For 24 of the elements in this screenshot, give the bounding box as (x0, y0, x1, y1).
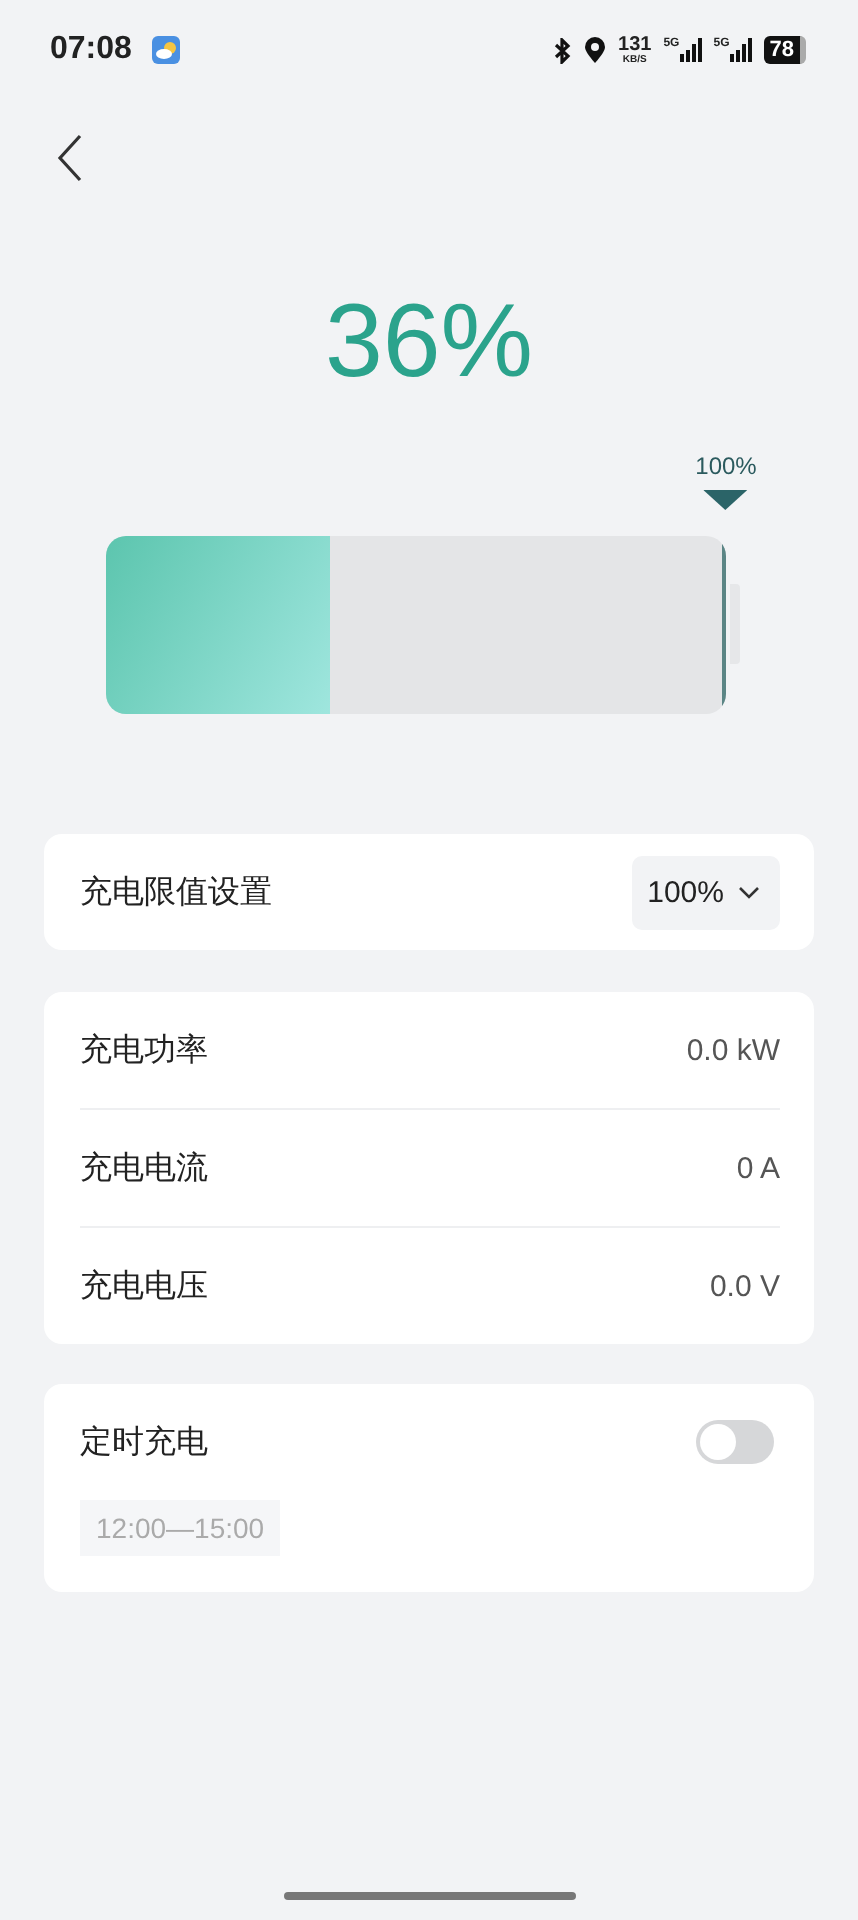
stat-value: 0.0 kW (686, 1033, 780, 1067)
limit-dropdown[interactable]: 100% (631, 855, 780, 929)
schedule-label: 定时充电 (80, 1423, 208, 1463)
chevron-down-icon (738, 885, 760, 899)
location-icon (584, 36, 607, 64)
status-time: 07:08 (50, 32, 132, 68)
stat-label: 充电功率 (80, 1031, 208, 1071)
stat-value: 0.0 V (709, 1269, 780, 1303)
setting-label: 充电限值设置 (80, 873, 272, 913)
stat-label: 充电电压 (80, 1267, 208, 1307)
schedule-toggle[interactable] (696, 1420, 774, 1464)
schedule-time: 12:00—15:00 (80, 1500, 281, 1556)
battery-indicator: 78 (763, 36, 806, 64)
signal-icon (679, 38, 702, 62)
weather-icon (151, 36, 180, 64)
stat-value: 0 A (736, 1151, 780, 1185)
back-button[interactable] (56, 134, 84, 186)
network-speed: 131 (618, 35, 652, 55)
charge-percentage: 36% (322, 282, 536, 402)
stat-label: 充电电流 (80, 1149, 208, 1189)
charge-limit-label: 100% (695, 452, 757, 480)
limit-marker-icon (704, 490, 748, 510)
signal-icon (729, 38, 752, 62)
bluetooth-icon (554, 37, 573, 63)
